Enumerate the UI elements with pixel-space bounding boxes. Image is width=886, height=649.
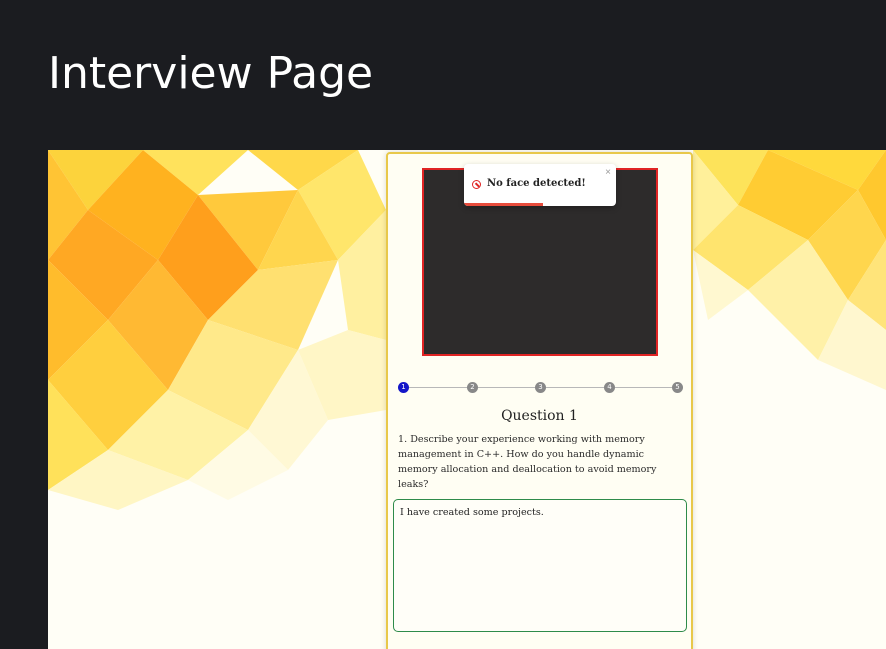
step-connector	[615, 387, 672, 388]
toast-close-button[interactable]: ×	[605, 167, 611, 178]
step-5[interactable]: 5	[672, 382, 683, 393]
answer-textarea[interactable]: I have created some projects.	[393, 499, 687, 632]
step-3[interactable]: 3	[535, 382, 546, 393]
step-connector	[546, 387, 604, 388]
page-header: Interview Page	[0, 0, 886, 150]
interview-card: No face detected! × 1 2 3 4 5 Question 1…	[386, 152, 693, 649]
no-face-toast: No face detected! ×	[464, 164, 616, 206]
toast-message: No face detected!	[487, 178, 586, 189]
question-stepper: 1 2 3 4 5	[398, 382, 683, 394]
step-connector	[409, 387, 467, 388]
step-1[interactable]: 1	[398, 382, 409, 393]
question-text: 1. Describe your experience working with…	[398, 434, 657, 490]
interview-stage: No face detected! × 1 2 3 4 5 Question 1…	[48, 150, 886, 649]
step-2[interactable]: 2	[467, 382, 478, 393]
page-title: Interview Page	[48, 48, 374, 99]
toast-progress-bar	[464, 203, 544, 206]
question-title: Question 1	[501, 408, 578, 424]
step-connector	[478, 387, 535, 388]
step-4[interactable]: 4	[604, 382, 615, 393]
ban-icon	[472, 180, 481, 189]
